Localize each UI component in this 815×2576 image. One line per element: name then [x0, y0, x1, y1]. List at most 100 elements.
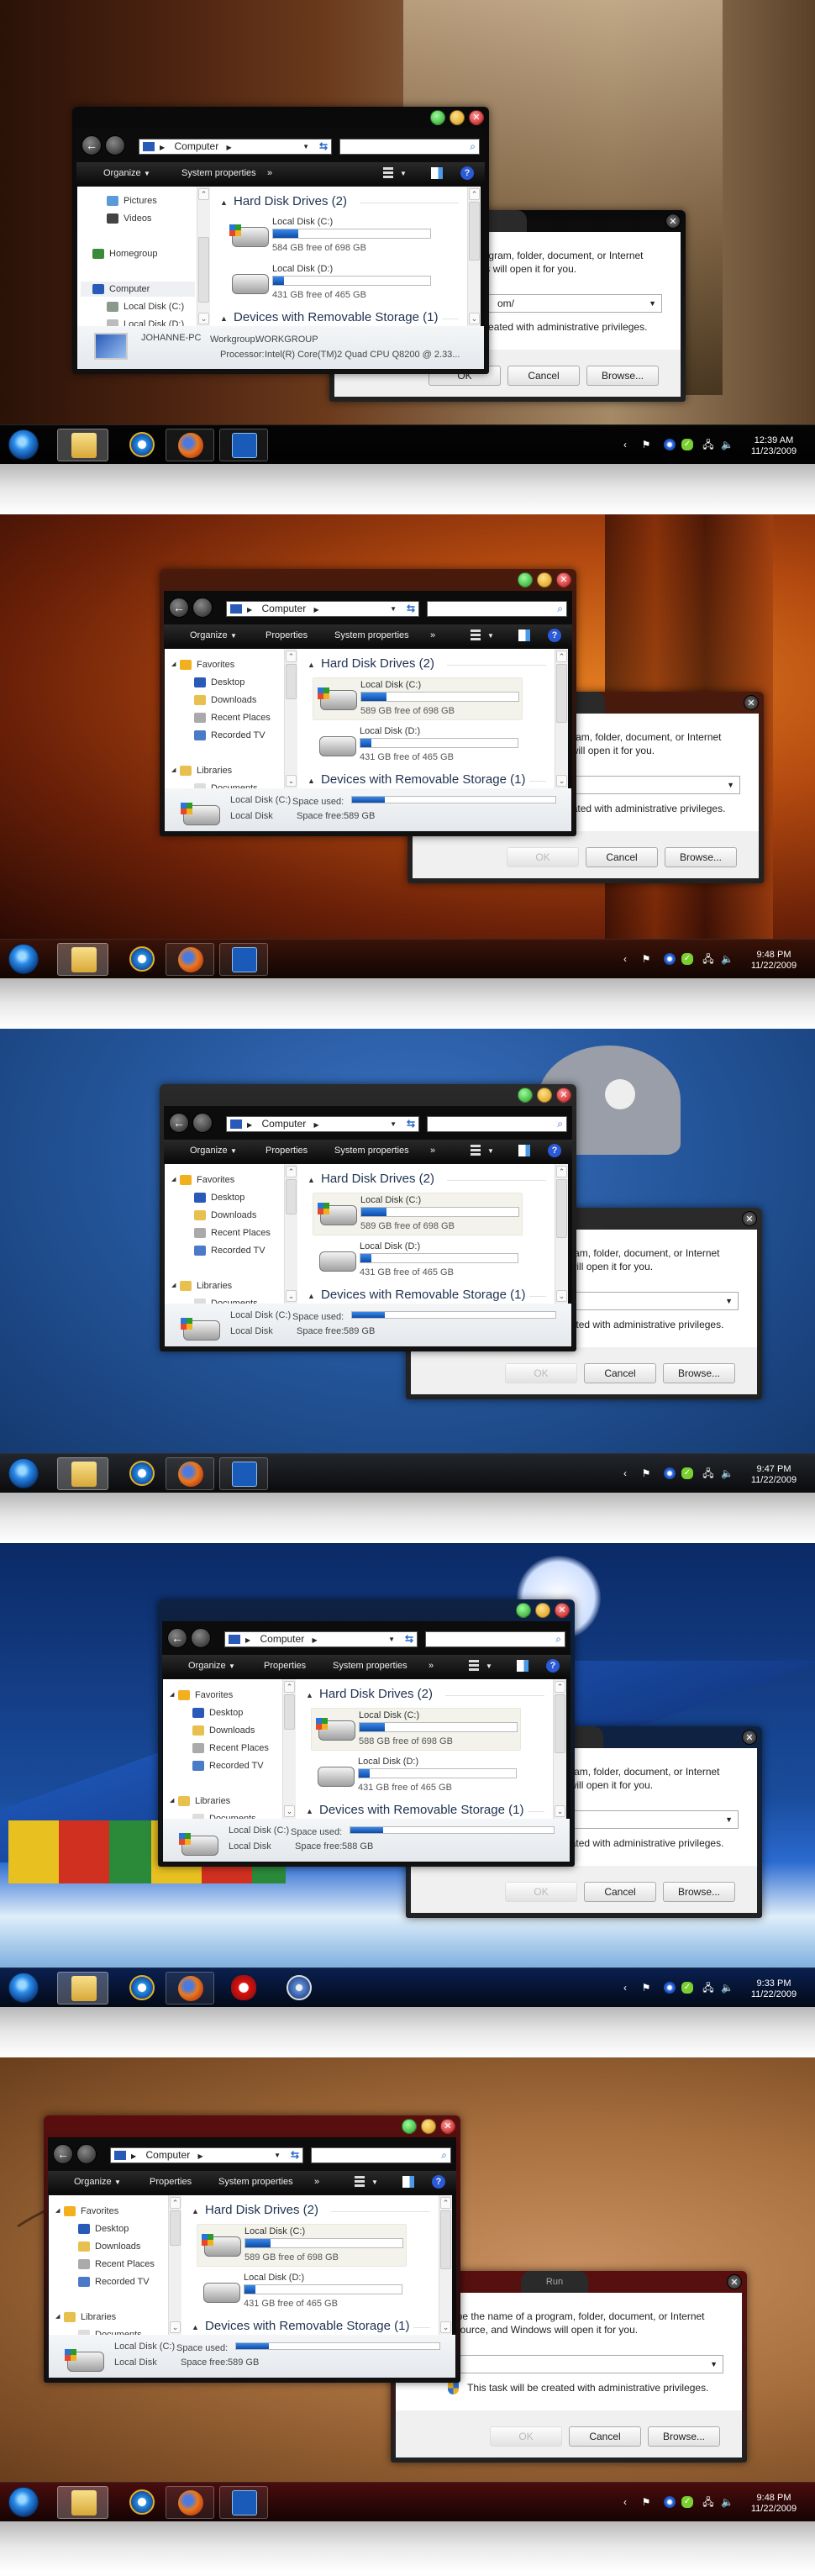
section-header-hdd[interactable]: Hard Disk Drives (2): [205, 2203, 318, 2217]
drive-tile[interactable]: Local Disk (C:) 584 GB free of 698 GB: [225, 215, 435, 258]
nav-item[interactable]: ◢ Libraries: [171, 763, 232, 778]
nav-scrollbar[interactable]: ⌃ ⌄: [284, 649, 297, 788]
close-button[interactable]: ✕: [440, 2119, 455, 2134]
refresh-icon[interactable]: ⇆: [407, 1117, 415, 1131]
address-dropdown-icon[interactable]: ▼: [390, 1117, 397, 1131]
tray-check-icon[interactable]: ✓: [681, 953, 693, 965]
expand-arrow-icon[interactable]: ◢: [170, 1688, 174, 1703]
taskbar-explorer-button[interactable]: [57, 943, 108, 976]
taskbar-firefox-button[interactable]: [166, 943, 214, 976]
collapse-arrow-icon[interactable]: ▲: [306, 1691, 313, 1699]
ok-button[interactable]: OK: [505, 1882, 577, 1902]
nav-item[interactable]: Recent Places: [192, 1741, 269, 1756]
volume-icon[interactable]: 🔈: [721, 1982, 734, 1994]
collapse-arrow-icon[interactable]: ▲: [192, 2207, 199, 2215]
search-input[interactable]: ⌕: [427, 601, 567, 617]
show-hidden-icons-button[interactable]: ‹: [619, 2496, 631, 2508]
nav-item[interactable]: Recorded TV: [192, 1758, 264, 1773]
section-header-hdd[interactable]: Hard Disk Drives (2): [321, 1172, 434, 1186]
ok-button[interactable]: OK: [505, 1363, 577, 1383]
forward-button[interactable]: →: [192, 1113, 213, 1133]
drive-tile[interactable]: Local Disk (D:) 431 GB free of 465 GB: [311, 1755, 521, 1798]
content-scrollbar[interactable]: ⌃ ⌄: [439, 2195, 452, 2335]
collapse-arrow-icon[interactable]: ▲: [306, 1807, 313, 1815]
drive-tile[interactable]: Local Disk (C:) 589 GB free of 698 GB: [197, 2224, 407, 2267]
tray-app-icon[interactable]: [664, 953, 676, 965]
preview-pane-icon[interactable]: [402, 2176, 414, 2188]
nav-item[interactable]: Local Disk (C:): [107, 299, 184, 314]
nav-item[interactable]: Homegroup: [92, 246, 157, 261]
command-3[interactable]: »: [429, 1661, 434, 1671]
refresh-icon[interactable]: ⇆: [291, 2148, 299, 2162]
taskbar-photoshop-button[interactable]: [219, 429, 268, 461]
tray-check-icon[interactable]: ✓: [681, 1982, 693, 1994]
taskbar-explorer-button[interactable]: [57, 1972, 108, 2004]
command-1[interactable]: Properties: [150, 2177, 192, 2187]
nav-item[interactable]: Downloads: [194, 1208, 256, 1223]
network-icon[interactable]: 🖧: [702, 439, 714, 450]
action-center-flag-icon[interactable]: ⚑: [640, 953, 652, 965]
taskbar-explorer-button[interactable]: [57, 429, 108, 461]
breadcrumb-chevron-icon[interactable]: ▶: [313, 1636, 318, 1644]
network-icon[interactable]: 🖧: [702, 2496, 714, 2508]
drive-tile[interactable]: Local Disk (C:) 589 GB free of 698 GB: [313, 1193, 523, 1235]
taskbar-explorer-button[interactable]: [57, 2486, 108, 2519]
collapse-arrow-icon[interactable]: ▲: [308, 777, 315, 785]
dropdown-arrow-icon[interactable]: ▼: [725, 1293, 733, 1309]
search-input[interactable]: ⌕: [427, 1116, 567, 1132]
section-header-hdd[interactable]: Hard Disk Drives (2): [234, 194, 347, 208]
change-view-icon[interactable]: [383, 167, 393, 179]
tray-check-icon[interactable]: ✓: [681, 1467, 693, 1479]
show-hidden-icons-button[interactable]: ‹: [619, 953, 631, 965]
nav-item[interactable]: ◢ Libraries: [170, 1794, 230, 1809]
start-button[interactable]: [8, 2487, 39, 2517]
breadcrumb-computer[interactable]: Computer: [146, 2149, 191, 2161]
change-view-icon[interactable]: [471, 630, 481, 641]
command-0[interactable]: Organize: [190, 1146, 228, 1156]
drive-tile[interactable]: Local Disk (C:) 589 GB free of 698 GB: [313, 677, 523, 720]
taskbar-internet-explorer-button[interactable]: [118, 1972, 166, 2004]
breadcrumb-computer[interactable]: Computer: [262, 1118, 307, 1130]
run-close-button[interactable]: ✕: [742, 1211, 757, 1226]
command-3[interactable]: »: [314, 2177, 319, 2187]
nav-item[interactable]: Documents: [194, 1296, 258, 1304]
help-icon[interactable]: ?: [546, 1659, 560, 1673]
volume-icon[interactable]: 🔈: [721, 439, 734, 450]
run-open-combobox[interactable]: ▼: [446, 2355, 723, 2373]
forward-button[interactable]: →: [76, 2144, 97, 2164]
section-header-hdd[interactable]: Hard Disk Drives (2): [321, 656, 434, 671]
content-scrollbar[interactable]: ⌃ ⌄: [555, 649, 568, 788]
collapse-arrow-icon[interactable]: ▲: [308, 1176, 315, 1184]
taskbar-opera-button[interactable]: [219, 1972, 268, 2004]
network-icon[interactable]: 🖧: [702, 953, 714, 965]
tray-check-icon[interactable]: ✓: [681, 2496, 693, 2508]
run-close-button[interactable]: ✕: [665, 213, 681, 229]
run-close-button[interactable]: ✕: [727, 2274, 742, 2289]
command-2[interactable]: System properties: [218, 2177, 293, 2187]
drive-tile[interactable]: Local Disk (D:) 431 GB free of 465 GB: [313, 724, 523, 767]
network-icon[interactable]: 🖧: [702, 1467, 714, 1479]
run-close-button[interactable]: ✕: [744, 695, 759, 710]
expand-arrow-icon[interactable]: ◢: [171, 1172, 176, 1188]
address-bar[interactable]: ▶ Computer ▶ ▼ ⇆: [224, 1631, 418, 1647]
section-header-removable[interactable]: Devices with Removable Storage (1): [205, 2319, 409, 2333]
browse-button[interactable]: Browse...: [648, 2426, 720, 2447]
minimize-button[interactable]: [518, 572, 533, 587]
cancel-button[interactable]: Cancel: [507, 366, 580, 386]
preview-pane-icon[interactable]: [431, 167, 443, 179]
breadcrumb-chevron-icon[interactable]: ▶: [227, 144, 232, 151]
help-icon[interactable]: ?: [548, 629, 561, 642]
nav-item[interactable]: Documents: [78, 2327, 142, 2335]
organize-dropdown-icon[interactable]: ▼: [230, 632, 237, 640]
nav-scrollbar[interactable]: ⌃ ⌄: [282, 1679, 296, 1819]
forward-button[interactable]: →: [192, 598, 213, 618]
address-bar[interactable]: ▶ Computer ▶ ▼ ⇆: [226, 601, 419, 617]
dropdown-arrow-icon[interactable]: ▼: [649, 295, 656, 312]
expand-arrow-icon[interactable]: ◢: [55, 2310, 60, 2325]
tray-app-icon[interactable]: [664, 439, 676, 450]
refresh-icon[interactable]: ⇆: [407, 602, 415, 616]
taskbar-firefox-button[interactable]: [166, 429, 214, 461]
organize-dropdown-icon[interactable]: ▼: [230, 1147, 237, 1155]
tray-check-icon[interactable]: ✓: [681, 439, 693, 450]
command-1[interactable]: System properties: [181, 168, 256, 178]
